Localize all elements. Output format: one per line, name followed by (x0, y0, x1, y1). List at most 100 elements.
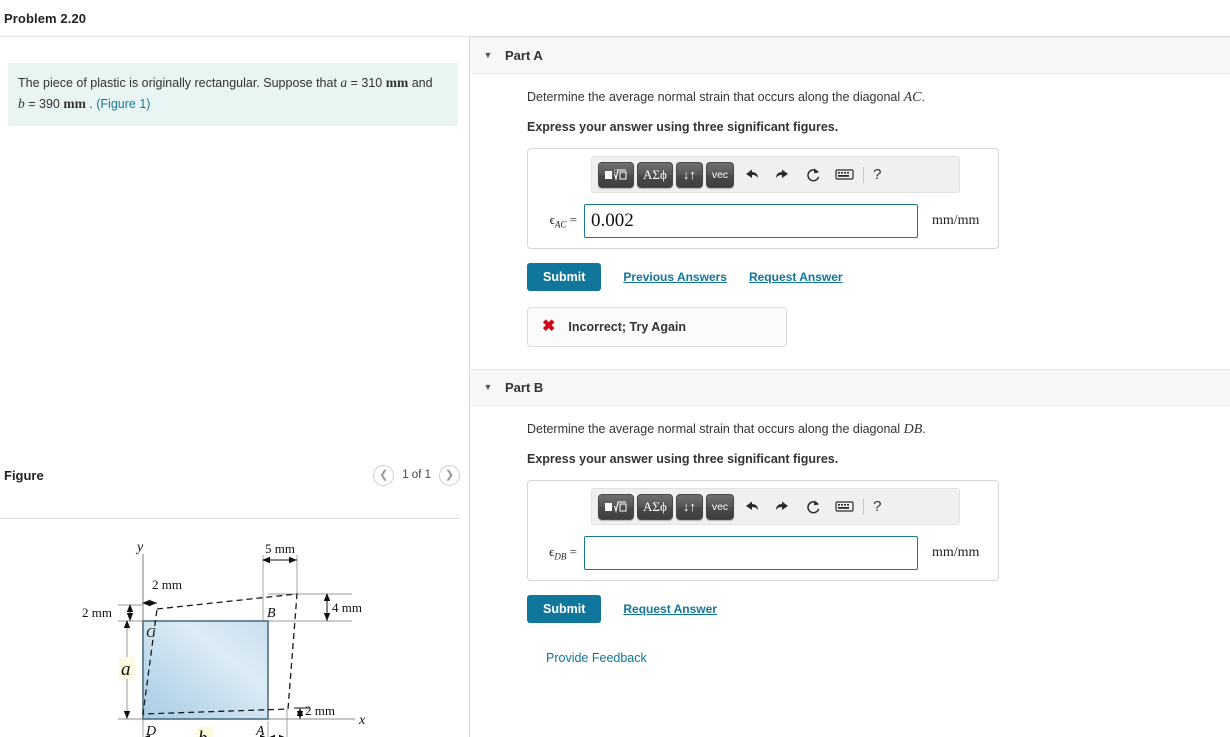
plastic-deformation-figure: 2 mm 2 mm 5 mm 4 mm 2 mm a y x C B D A (82, 540, 366, 737)
statement-eq-a: = 310 (347, 76, 386, 90)
greek-button[interactable]: ΑΣϕ (637, 161, 673, 188)
part-b-request-answer-link[interactable]: Request Answer (623, 602, 717, 616)
part-a-answer-row: ϵAC = mm/mm (536, 204, 990, 238)
part-a-question-end: . (921, 90, 925, 104)
dim-top-left-label: 2 mm (152, 577, 182, 592)
statement-unit-b: mm (63, 95, 86, 111)
part-a-unit: mm/mm (932, 213, 980, 228)
plate-rectangle (142, 620, 269, 720)
chevron-right-icon[interactable]: ❯ (439, 464, 460, 486)
part-b-answer-row: ϵDB = mm/mm (536, 536, 990, 570)
part-a-question: Determine the average normal strain that… (527, 90, 1230, 106)
part-a-actions: Submit Previous Answers Request Answer (527, 263, 1230, 291)
template-button[interactable] (598, 493, 634, 520)
corner-label-B: B (267, 606, 276, 621)
part-a-question-text: Determine the average normal strain that… (527, 90, 904, 104)
part-b-actions: Submit Request Answer (527, 595, 1230, 623)
part-b-question: Determine the average normal strain that… (527, 422, 1230, 438)
part-a-answer-box: ☐ ΑΣϕ ↓↑ vec ? ϵAC = 0.002 mm/mm (527, 148, 999, 249)
statement-var-b: b (18, 95, 25, 111)
template-button[interactable]: ☐ (598, 161, 634, 188)
undo-icon[interactable] (737, 162, 765, 188)
axis-x-label: x (358, 713, 366, 728)
part-b-label: Part B (505, 380, 544, 395)
part-a-previous-answers-link[interactable]: Previous Answers (623, 270, 727, 284)
corner-label-C: C (146, 626, 156, 641)
figure-header: Figure ❮ 1 of 1 ❯ (0, 455, 470, 495)
problem-header: Problem 2.20 (0, 0, 1230, 37)
page-title: Problem 2.20 (4, 10, 87, 26)
figure-diagram: 2 mm 2 mm 5 mm 4 mm 2 mm a y x C B D A (0, 527, 470, 737)
redo-icon[interactable] (768, 494, 796, 520)
problem-page: Problem 2.20 The piece of plastic is ori… (0, 0, 1230, 737)
chevron-down-icon-part-b[interactable]: ▼ (471, 383, 505, 392)
part-a-submit-button[interactable]: Submit (527, 263, 602, 291)
epsilon-subscript-b: DB (554, 551, 567, 562)
part-a-header[interactable]: ▼ Part A (471, 37, 1230, 74)
dim-side-a-label: a (121, 659, 131, 680)
problem-statement: The piece of plastic is originally recta… (8, 63, 458, 126)
toolbar-divider (863, 166, 865, 183)
part-b-answer-input[interactable] (584, 536, 918, 570)
statement-text-2: and (408, 76, 433, 90)
chevron-down-icon-part-a[interactable]: ▼ (471, 51, 505, 60)
dim-side-b-label: b (198, 728, 208, 737)
left-panel: The piece of plastic is originally recta… (0, 37, 470, 737)
corner-label-D: D (145, 724, 156, 737)
redo-icon[interactable] (768, 162, 796, 188)
statement-unit-a: mm (385, 75, 409, 90)
axis-y-label: y (135, 540, 144, 555)
part-b-math-toolbar: ΑΣϕ ↓↑ vec ? (591, 488, 960, 525)
statement-text-1: The piece of plastic is originally recta… (18, 76, 341, 90)
help-icon[interactable]: ? (869, 166, 885, 183)
part-b-answer-label: ϵDB = (536, 544, 584, 562)
epsilon-subscript-a: AC (554, 219, 567, 230)
part-a-feedback-text: Incorrect; Try Again (568, 320, 687, 334)
part-a-request-answer-link[interactable]: Request Answer (749, 270, 843, 284)
vec-button[interactable]: vec (705, 493, 735, 520)
greek-button[interactable]: ΑΣϕ (637, 493, 673, 520)
dim-top-right-label: 5 mm (265, 541, 295, 556)
part-a-answer-input[interactable] (584, 204, 918, 238)
part-a-feedback: ✖ Incorrect; Try Again (527, 307, 787, 347)
toolbar-divider (863, 498, 865, 515)
dim-left-top-label: 2 mm (82, 605, 112, 620)
part-b-answer-box: ΑΣϕ ↓↑ vec ? ϵDB = mm/mm (527, 480, 999, 581)
equals-sign-a: = (566, 212, 577, 228)
figure-navigation: ❮ 1 of 1 ❯ (373, 464, 460, 486)
figure-counter: 1 of 1 (402, 469, 431, 481)
equals-sign-b: = (566, 544, 577, 560)
part-b-body: Determine the average normal strain that… (471, 406, 1230, 667)
part-b-instruction: Express your answer using three signific… (527, 452, 839, 466)
reset-icon[interactable] (799, 162, 827, 188)
incorrect-icon: ✖ (542, 318, 556, 335)
updown-button[interactable]: ↓↑ (675, 493, 703, 520)
chevron-left-icon[interactable]: ❮ (373, 464, 395, 486)
right-panel: ▼ Part A Determine the average normal st… (471, 37, 1230, 737)
statement-eq-b: = 390 (24, 96, 64, 111)
part-b-unit: mm/mm (932, 545, 980, 560)
keyboard-icon[interactable] (830, 162, 858, 188)
help-icon[interactable]: ? (869, 498, 885, 515)
figure-divider (0, 518, 460, 519)
vec-button[interactable]: vec (705, 161, 735, 188)
corner-label-A: A (255, 724, 265, 737)
keyboard-icon[interactable] (830, 494, 858, 520)
reset-icon[interactable] (799, 494, 827, 520)
part-a-instruction: Express your answer using three signific… (527, 120, 839, 134)
part-a-body: Determine the average normal strain that… (471, 74, 1230, 347)
undo-icon[interactable] (737, 494, 765, 520)
provide-feedback-link[interactable]: Provide Feedback (546, 651, 647, 665)
dim-bottom-right-label: 2 mm (305, 703, 335, 718)
part-b-submit-button[interactable]: Submit (527, 595, 602, 623)
part-a-question-var: AC (903, 90, 922, 105)
statement-text-3: . (85, 96, 97, 111)
part-b-question-end: . (922, 422, 926, 436)
part-b-header[interactable]: ▼ Part B (471, 369, 1230, 406)
figure-title: Figure (4, 467, 44, 483)
part-a-math-toolbar: ☐ ΑΣϕ ↓↑ vec ? (591, 156, 960, 193)
figure-1-link[interactable]: (Figure 1) (96, 97, 150, 111)
part-a-answer-label: ϵAC = (536, 212, 584, 230)
dim-right-label: 4 mm (332, 600, 362, 615)
updown-button[interactable]: ↓↑ (675, 161, 703, 188)
